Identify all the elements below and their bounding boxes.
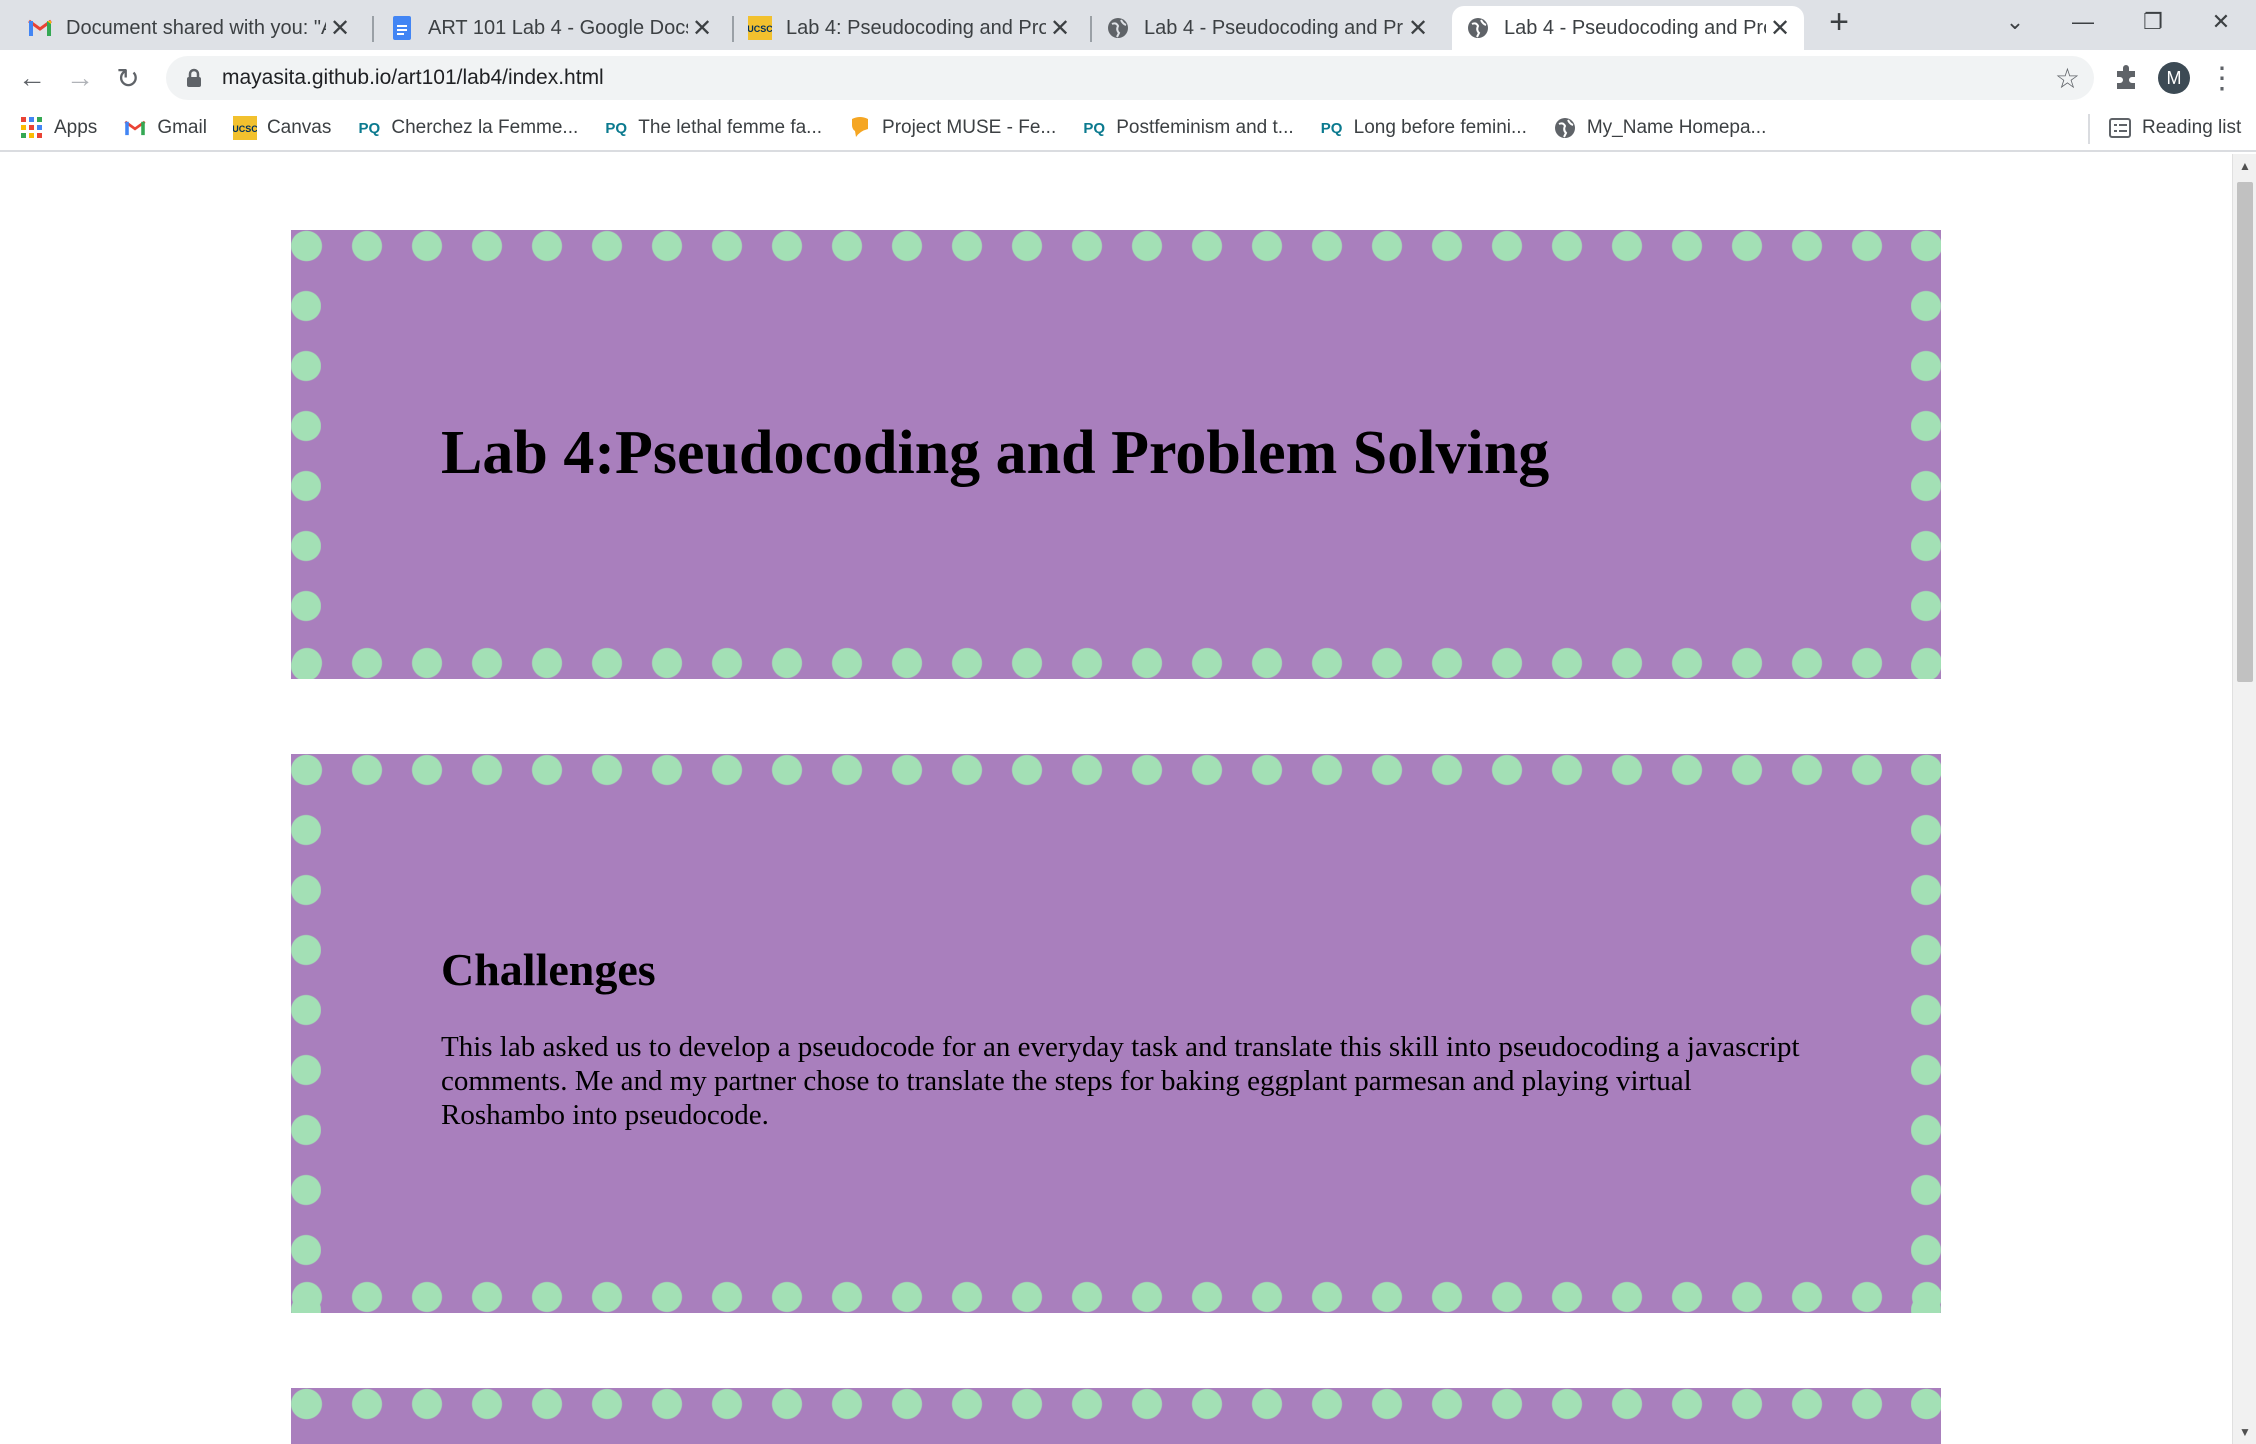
next-panel [291, 1388, 1941, 1444]
lock-icon [187, 68, 201, 87]
dot-border-right [1911, 754, 1941, 1313]
tab-title: Document shared with you: "ART [66, 16, 326, 39]
close-tab-icon[interactable]: ✕ [326, 14, 354, 42]
google-docs-icon [390, 16, 414, 40]
bookmark-label: Project MUSE - Fe... [882, 117, 1057, 138]
restore-button[interactable]: ❐ [2118, 0, 2188, 44]
scroll-down-arrow[interactable]: ▼ [2233, 1422, 2256, 1442]
bookmark-pq-1[interactable]: PQ Cherchez la Femme... [357, 116, 579, 140]
close-tab-icon[interactable]: ✕ [1404, 14, 1432, 42]
bookmark-pq-4[interactable]: PQ Long before femini... [1320, 116, 1527, 140]
reading-list-button[interactable]: Reading list [2108, 116, 2241, 140]
pq-icon: PQ [1320, 119, 1343, 137]
reload-button[interactable]: ↻ [106, 56, 150, 100]
reading-list-label: Reading list [2142, 117, 2242, 138]
dot-border-right [1911, 1388, 1941, 1444]
bookmark-label: Long before femini... [1353, 117, 1527, 138]
close-window-button[interactable]: ✕ [2186, 0, 2256, 44]
globe-icon [1466, 16, 1490, 40]
scroll-thumb[interactable] [2237, 182, 2253, 682]
muse-icon [848, 116, 872, 140]
bookmark-apps[interactable]: Apps [20, 116, 97, 140]
tab-lab4-page[interactable]: Lab 4 - Pseudocoding and Proble ✕ [1092, 6, 1442, 50]
extensions-icon[interactable] [2104, 56, 2148, 100]
pq-icon: PQ [1083, 119, 1106, 137]
page-viewport: Lab 4:Pseudocoding and Problem Solving C… [0, 154, 2232, 1444]
dot-border-top [291, 1388, 1941, 1420]
new-tab-button[interactable]: + [1804, 0, 1874, 44]
pq-icon: PQ [358, 119, 381, 137]
dot-border-top [291, 754, 1941, 786]
scroll-up-arrow[interactable]: ▲ [2233, 156, 2256, 176]
pq-icon: PQ [605, 119, 628, 137]
bookmark-label: The lethal femme fa... [638, 117, 823, 138]
dot-border-left [291, 230, 321, 679]
tab-title: Lab 4 - Pseudocoding and Proble [1144, 16, 1404, 39]
bookmark-label: Cherchez la Femme... [391, 117, 579, 138]
forward-button[interactable]: → [58, 56, 102, 100]
avatar: M [2158, 62, 2190, 94]
tab-google-docs[interactable]: ART 101 Lab 4 - Google Docs ✕ [376, 6, 726, 50]
page-scrollbar[interactable]: ▲ ▼ [2232, 154, 2256, 1444]
address-bar[interactable]: mayasita.github.io/art101/lab4/index.htm… [166, 56, 2094, 100]
tab-title: Lab 4 - Pseudocoding and Proble [1504, 16, 1766, 39]
apps-grid-icon [20, 116, 44, 140]
close-tab-icon[interactable]: ✕ [1046, 14, 1074, 42]
tab-gmail-document[interactable]: Document shared with you: "ART ✕ [14, 6, 364, 50]
globe-icon [1106, 16, 1130, 40]
tab-divider [372, 16, 374, 42]
divider [2088, 114, 2090, 144]
browser-toolbar: ← → ↻ mayasita.github.io/art101/lab4/ind… [0, 50, 2256, 106]
bookmarks-bar: Apps Gmail UCSC Canvas PQ Cherchez la Fe… [0, 106, 2256, 152]
bookmark-star-icon[interactable]: ☆ [2055, 62, 2080, 95]
url-text: mayasita.github.io/art101/lab4/index.htm… [222, 66, 604, 89]
minimize-button[interactable]: — [2048, 0, 2118, 44]
bookmark-label: My_Name Homepa... [1586, 117, 1767, 138]
gmail-icon [28, 16, 52, 40]
gmail-icon [123, 116, 147, 140]
bookmark-pq-3[interactable]: PQ Postfeminism and t... [1082, 116, 1293, 140]
profile-avatar[interactable]: M [2152, 56, 2196, 100]
bookmark-project-muse[interactable]: Project MUSE - Fe... [848, 116, 1056, 140]
dot-border-bottom [291, 1281, 1941, 1313]
globe-icon [1553, 116, 1577, 140]
tab-canvas-lab4[interactable]: UCSC Lab 4: Pseudocoding and Problem ✕ [734, 6, 1084, 50]
tab-title: ART 101 Lab 4 - Google Docs [428, 16, 688, 39]
dot-border-top [291, 230, 1941, 262]
tab-title: Lab 4: Pseudocoding and Problem [786, 16, 1046, 39]
svg-text:UCSC: UCSC [233, 124, 257, 134]
dot-border-left [291, 754, 321, 1313]
reading-list-icon [2108, 116, 2132, 140]
challenges-heading: Challenges [441, 944, 656, 995]
dot-border-left [291, 1388, 321, 1444]
back-button[interactable]: ← [10, 56, 54, 100]
close-tab-icon[interactable]: ✕ [1766, 14, 1794, 42]
bookmark-label: Gmail [157, 117, 207, 138]
challenges-text: This lab asked us to develop a pseudocod… [441, 1031, 1800, 1131]
dot-border-bottom [291, 647, 1941, 679]
ucsc-icon: UCSC [232, 116, 257, 140]
bookmark-label: Postfeminism and t... [1116, 117, 1294, 138]
title-panel: Lab 4:Pseudocoding and Problem Solving [291, 230, 1941, 679]
dot-border-right [1911, 230, 1941, 679]
bookmark-canvas[interactable]: UCSC Canvas [232, 116, 332, 140]
bookmark-pq-2[interactable]: PQ The lethal femme fa... [604, 116, 822, 140]
tab-search-icon[interactable]: ⌄ [1980, 0, 2050, 44]
more-menu-icon[interactable]: ⋮ [2200, 56, 2244, 100]
ucsc-icon: UCSC [748, 16, 772, 40]
page-title: Lab 4:Pseudocoding and Problem Solving [441, 419, 1550, 487]
tab-strip: Document shared with you: "ART ✕ ART 101… [0, 0, 2256, 50]
bookmark-label: Apps [54, 117, 98, 138]
challenges-panel: Challenges This lab asked us to develop … [291, 754, 1941, 1313]
svg-text:UCSC: UCSC [748, 24, 772, 34]
bookmark-label: Canvas [266, 117, 332, 138]
bookmark-homepage[interactable]: My_Name Homepa... [1553, 116, 1767, 140]
close-tab-icon[interactable]: ✕ [688, 14, 716, 42]
tab-lab4-page-active[interactable]: Lab 4 - Pseudocoding and Proble ✕ [1452, 6, 1804, 50]
bookmark-gmail[interactable]: Gmail [123, 116, 207, 140]
